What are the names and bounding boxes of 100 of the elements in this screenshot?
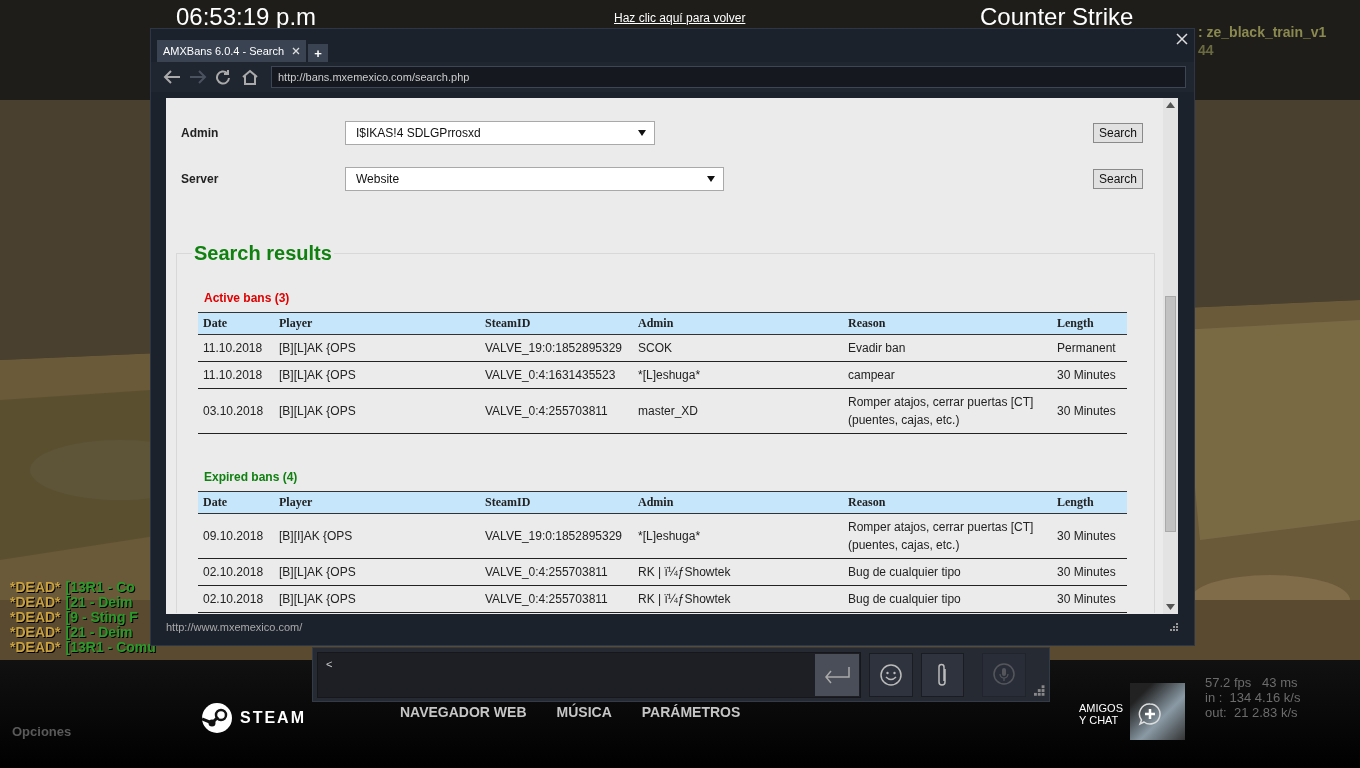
clock: 06:53:19 p.m	[176, 6, 317, 28]
table-cell: [B][I]AK {OPS	[274, 513, 480, 559]
column-header: Reason	[843, 312, 1052, 335]
chat-input[interactable]: <	[317, 651, 861, 698]
net-stat: 57.2 fps 43 ms	[1205, 675, 1299, 690]
status-url: http://www.mxemexico.com/	[166, 621, 303, 633]
reload-icon[interactable]	[215, 69, 233, 85]
table-cell: Romper atajos, cerrar puertas [CT] (puentes, cajas, etc.)	[843, 388, 1052, 434]
table-cell: Permanent	[1052, 334, 1127, 362]
new-tab-button[interactable]: +	[308, 44, 329, 62]
address-bar[interactable]: http://bans.mxemexico.com/search.php	[271, 66, 1186, 88]
table-cell: Romper atajos, cerrar puertas [CT] (puentes, cajas, etc.)	[843, 513, 1052, 559]
column-header: Player	[274, 491, 480, 514]
add-chat-icon[interactable]	[1138, 702, 1162, 726]
send-button[interactable]	[815, 653, 859, 696]
table-cell: [B][L]AK {OPS	[274, 334, 480, 362]
filter-label: Server	[181, 172, 220, 186]
table-cell: master_XD	[633, 388, 843, 434]
table-cell: VALVE_0:4:255703811	[480, 388, 633, 434]
filter-dropdown[interactable]: Website	[345, 167, 724, 191]
column-header: Length	[1052, 312, 1127, 335]
table-cell: VALVE_0:4:255703811	[480, 585, 633, 613]
table-cell: 03.10.2018	[198, 388, 274, 434]
resize-grip-icon[interactable]	[1169, 622, 1179, 632]
table-cell: VALVE_0:4:255703811	[480, 558, 633, 586]
search-button[interactable]: Search	[1092, 169, 1143, 189]
player-name: [21 - Deim	[65, 595, 133, 610]
table-cell: RK | ï¼ƒShowtek	[633, 558, 843, 586]
table-cell: campear	[843, 361, 1052, 389]
table-cell: 30 Minutes	[1052, 558, 1127, 586]
hud-text: 44	[1198, 42, 1214, 58]
table-cell: *[L]eshuga*	[633, 513, 843, 559]
nav-item[interactable]: MÚSICA	[556, 704, 612, 720]
player-name: [9 - Sting F	[65, 610, 138, 625]
table-cell: 02.10.2018	[198, 558, 274, 586]
steam-logo-text: STEAM	[240, 709, 306, 727]
nav-item[interactable]: NAVEGADOR WEB	[400, 704, 527, 720]
dead-tag: *DEAD*	[10, 625, 61, 640]
close-icon	[1176, 33, 1188, 45]
options-label: Opciones	[12, 724, 72, 739]
table-cell: 09.10.2018	[198, 513, 274, 559]
table-cell: 02.10.2018	[198, 585, 274, 613]
player-name: [21 - Deim	[65, 625, 133, 640]
section-title: Expired bans (4)	[204, 470, 299, 484]
table-cell: *[L]eshuga*	[633, 361, 843, 389]
column-header: Date	[198, 312, 274, 335]
table-cell: VALVE_0:4:1631435523	[480, 361, 633, 389]
column-header: SteamID	[480, 312, 633, 335]
net-stat: in : 134 4.16 k/s	[1205, 690, 1301, 705]
emoji-button[interactable]	[869, 652, 913, 697]
return-link[interactable]: Haz clic aquí para volver	[614, 11, 746, 25]
map-name: : ze_black_train_v1	[1198, 24, 1327, 40]
smiley-icon	[878, 662, 903, 687]
table-cell: 11.10.2018	[198, 361, 274, 389]
search-button[interactable]: Search	[1092, 123, 1143, 143]
table-cell: RK | ï¼ƒShowtek	[633, 585, 843, 613]
caret-icon	[638, 130, 646, 136]
table-cell: [B][L]AK {OPS	[274, 585, 480, 613]
table-cell: VALVE_19:0:1852895329	[480, 334, 633, 362]
avatar-frame	[1130, 683, 1185, 740]
column-header: Date	[198, 491, 274, 514]
dead-tag: *DEAD*	[10, 610, 61, 625]
section-title: Active bans (3)	[204, 291, 291, 305]
table-cell: SCOK	[633, 334, 843, 362]
microphone-icon	[991, 662, 1016, 687]
results-title: Search results	[193, 242, 333, 265]
back-icon[interactable]	[163, 69, 181, 85]
nav-item[interactable]: PARÁMETROS	[641, 704, 741, 720]
table-cell: 30 Minutes	[1052, 585, 1127, 613]
dead-tag: *DEAD*	[10, 595, 61, 610]
enter-icon	[822, 664, 852, 685]
friends-button[interactable]: AMIGOS Y CHAT	[1079, 702, 1123, 726]
browser-tab[interactable]: AMXBans 6.0.4 - Search	[157, 40, 307, 62]
column-header: Length	[1052, 491, 1127, 514]
table-cell: Evadir ban	[843, 334, 1052, 362]
column-header: Admin	[633, 491, 843, 514]
filter-dropdown[interactable]: I$IKAS!4 SDLGPrrosxd	[345, 121, 655, 145]
table-cell: 30 Minutes	[1052, 361, 1127, 389]
table-cell: Bug de cualquier tipo	[843, 585, 1052, 613]
column-header: Admin	[633, 312, 843, 335]
table-cell: 11.10.2018	[198, 334, 274, 362]
table-cell: 30 Minutes	[1052, 513, 1127, 559]
scroll-thumb[interactable]	[1165, 296, 1176, 532]
table-cell: Bug de cualquier tipo	[843, 558, 1052, 586]
home-icon[interactable]	[241, 69, 259, 85]
column-header: Reason	[843, 491, 1052, 514]
column-header: SteamID	[480, 491, 633, 514]
close-icon[interactable]	[292, 47, 301, 55]
player-name: [13R1 - Co	[65, 580, 135, 595]
net-stat: out: 21 2.83 k/s	[1205, 705, 1299, 720]
column-header: Player	[274, 312, 480, 335]
resize-grip-icon[interactable]	[1033, 685, 1045, 697]
player-name: [13R1 - Comu	[65, 640, 156, 655]
dead-tag: *DEAD*	[10, 580, 61, 595]
table-cell: [B][L]AK {OPS	[274, 361, 480, 389]
scrollbar[interactable]	[1163, 98, 1178, 614]
dead-tag: *DEAD*	[10, 640, 61, 655]
table-cell: VALVE_19:0:1852895329	[480, 513, 633, 559]
attach-button[interactable]	[920, 652, 965, 697]
table-cell: [B][L]AK {OPS	[274, 388, 480, 434]
